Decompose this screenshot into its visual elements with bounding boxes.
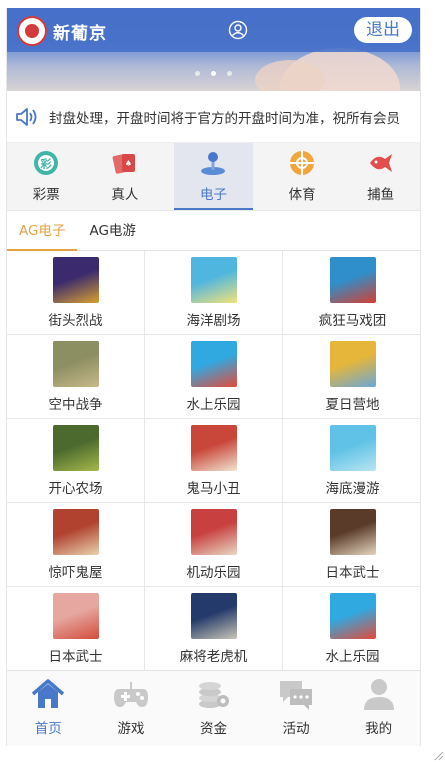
game-name: 空中战争 — [48, 397, 103, 413]
nav-home[interactable]: 首页 — [7, 671, 90, 746]
nav-label: 资金 — [199, 721, 227, 737]
category-label: 彩票 — [32, 187, 60, 203]
game-tile[interactable]: 日本武士 — [283, 503, 420, 587]
logout-button[interactable]: 退出 — [354, 17, 412, 43]
svg-text:♠: ♠ — [125, 159, 132, 168]
home-icon — [32, 679, 65, 708]
category-fishing[interactable]: 捕鱼 — [341, 143, 420, 210]
notice-text: 封盘处理，开盘时间将于官方的开盘时间为准，祝所有会员 — [49, 110, 400, 127]
nav-games[interactable]: 游戏 — [90, 671, 173, 746]
game-thumbnail — [190, 593, 237, 639]
game-thumbnail — [52, 509, 99, 555]
nav-profile[interactable]: 我的 — [337, 671, 420, 746]
logo-badge-icon — [17, 16, 47, 46]
game-tile[interactable]: 麻将老虎机 — [145, 587, 283, 671]
speaker-icon — [16, 107, 37, 126]
category-label: 电子 — [199, 187, 227, 203]
game-tile[interactable]: 疯狂马戏团 — [283, 251, 420, 335]
game-thumbnail — [190, 257, 237, 303]
notice-bar: 封盘处理，开盘时间将于官方的开盘时间为准，祝所有会员 — [7, 91, 420, 143]
game-name: 机动乐园 — [186, 565, 241, 581]
chat-icon — [280, 681, 313, 710]
app-frame: 新葡京 退出 封盘处理，开盘时间将于官方的开盘时间为准，祝所有会员 彩 彩票 ♠… — [6, 8, 421, 746]
game-thumbnail — [190, 425, 237, 471]
ball-icon — [290, 151, 315, 175]
user-icon — [363, 679, 394, 710]
header-banner[interactable]: 新葡京 退出 — [7, 8, 420, 91]
category-lottery[interactable]: 彩 彩票 — [7, 143, 86, 210]
game-grid: 街头烈战 海洋剧场 疯狂马戏团 空中战争 水上乐园 夏日营地 开心农场 鬼马小丑 海底漫游 惊吓鬼… — [7, 251, 420, 671]
game-name: 疯狂马戏团 — [318, 313, 387, 329]
game-thumbnail — [52, 257, 99, 303]
nav-label: 首页 — [34, 721, 62, 737]
nav-label: 活动 — [282, 721, 310, 737]
carousel-dot[interactable] — [195, 71, 200, 76]
bottom-nav: 首页 游戏 资金 活动 我的 — [7, 670, 420, 746]
nav-label: 我的 — [365, 721, 393, 737]
game-tile[interactable]: 机动乐园 — [145, 503, 283, 587]
game-name: 街头烈战 — [48, 313, 103, 329]
game-tile[interactable]: 海洋剧场 — [145, 251, 283, 335]
resize-handle-icon[interactable] — [432, 749, 444, 761]
logo[interactable]: 新葡京 — [17, 16, 107, 46]
game-thumbnail — [52, 593, 99, 639]
gamepad-icon — [113, 682, 148, 707]
game-name: 开心农场 — [48, 481, 103, 497]
game-thumbnail — [329, 257, 376, 303]
lottery-icon: 彩 — [34, 151, 59, 175]
game-tile[interactable]: 日本武士 — [7, 587, 145, 671]
game-thumbnail — [190, 509, 237, 555]
game-name: 惊吓鬼屋 — [48, 565, 103, 581]
game-name: 海洋剧场 — [186, 313, 241, 329]
carousel-dot-active[interactable] — [211, 71, 216, 76]
game-thumbnail — [329, 593, 376, 639]
top-bar: 新葡京 退出 — [7, 8, 420, 52]
category-electronic[interactable]: 电子 — [174, 143, 253, 210]
joystick-icon — [201, 152, 226, 175]
coins-icon — [199, 682, 230, 708]
game-name: 水上乐园 — [325, 649, 380, 665]
game-tile[interactable]: 夏日营地 — [283, 335, 420, 419]
game-thumbnail — [190, 341, 237, 387]
category-label: 捕鱼 — [367, 187, 395, 203]
game-tile[interactable]: 空中战争 — [7, 335, 145, 419]
game-thumbnail — [52, 425, 99, 471]
game-thumbnail — [329, 425, 376, 471]
game-name: 水上乐园 — [186, 397, 241, 413]
fish-icon — [369, 154, 392, 172]
game-name: 日本武士 — [48, 649, 103, 665]
game-name: 日本武士 — [325, 565, 380, 581]
game-tile[interactable]: 开心农场 — [7, 419, 145, 503]
game-tile[interactable]: 街头烈战 — [7, 251, 145, 335]
game-tile[interactable]: 海底漫游 — [283, 419, 420, 503]
game-thumbnail — [52, 341, 99, 387]
game-tile[interactable]: 惊吓鬼屋 — [7, 503, 145, 587]
svg-text:彩: 彩 — [40, 157, 52, 171]
category-label: 体育 — [288, 187, 316, 203]
nav-funds[interactable]: 资金 — [172, 671, 255, 746]
carousel-dots[interactable] — [195, 71, 232, 76]
game-thumbnail — [329, 509, 376, 555]
carousel-dot[interactable] — [227, 71, 232, 76]
game-thumbnail — [329, 341, 376, 387]
logo-text: 新葡京 — [53, 23, 107, 44]
game-tile[interactable]: 水上乐园 — [145, 335, 283, 419]
subtab-ag-arcade[interactable]: AG电游 — [77, 211, 147, 251]
user-circle-icon[interactable] — [228, 20, 248, 40]
cards-icon: ♠ — [112, 154, 135, 174]
subtab-ag-electronic[interactable]: AG电子 — [7, 211, 78, 251]
game-tile[interactable]: 水上乐园 — [283, 587, 420, 671]
game-name: 夏日营地 — [325, 397, 380, 413]
category-live[interactable]: ♠ 真人 — [86, 143, 165, 210]
nav-events[interactable]: 活动 — [255, 671, 338, 746]
sub-tabs: AG电子 AG电游 — [7, 211, 420, 251]
game-name: 海底漫游 — [325, 481, 380, 497]
category-tabs: 彩 彩票 ♠ 真人 电子 体育 捕鱼 — [7, 143, 420, 211]
category-sports[interactable]: 体育 — [263, 143, 342, 210]
category-label: 真人 — [111, 187, 139, 203]
nav-label: 游戏 — [117, 721, 145, 737]
game-name: 麻将老虎机 — [179, 649, 248, 665]
game-tile[interactable]: 鬼马小丑 — [145, 419, 283, 503]
game-name: 鬼马小丑 — [186, 481, 241, 497]
